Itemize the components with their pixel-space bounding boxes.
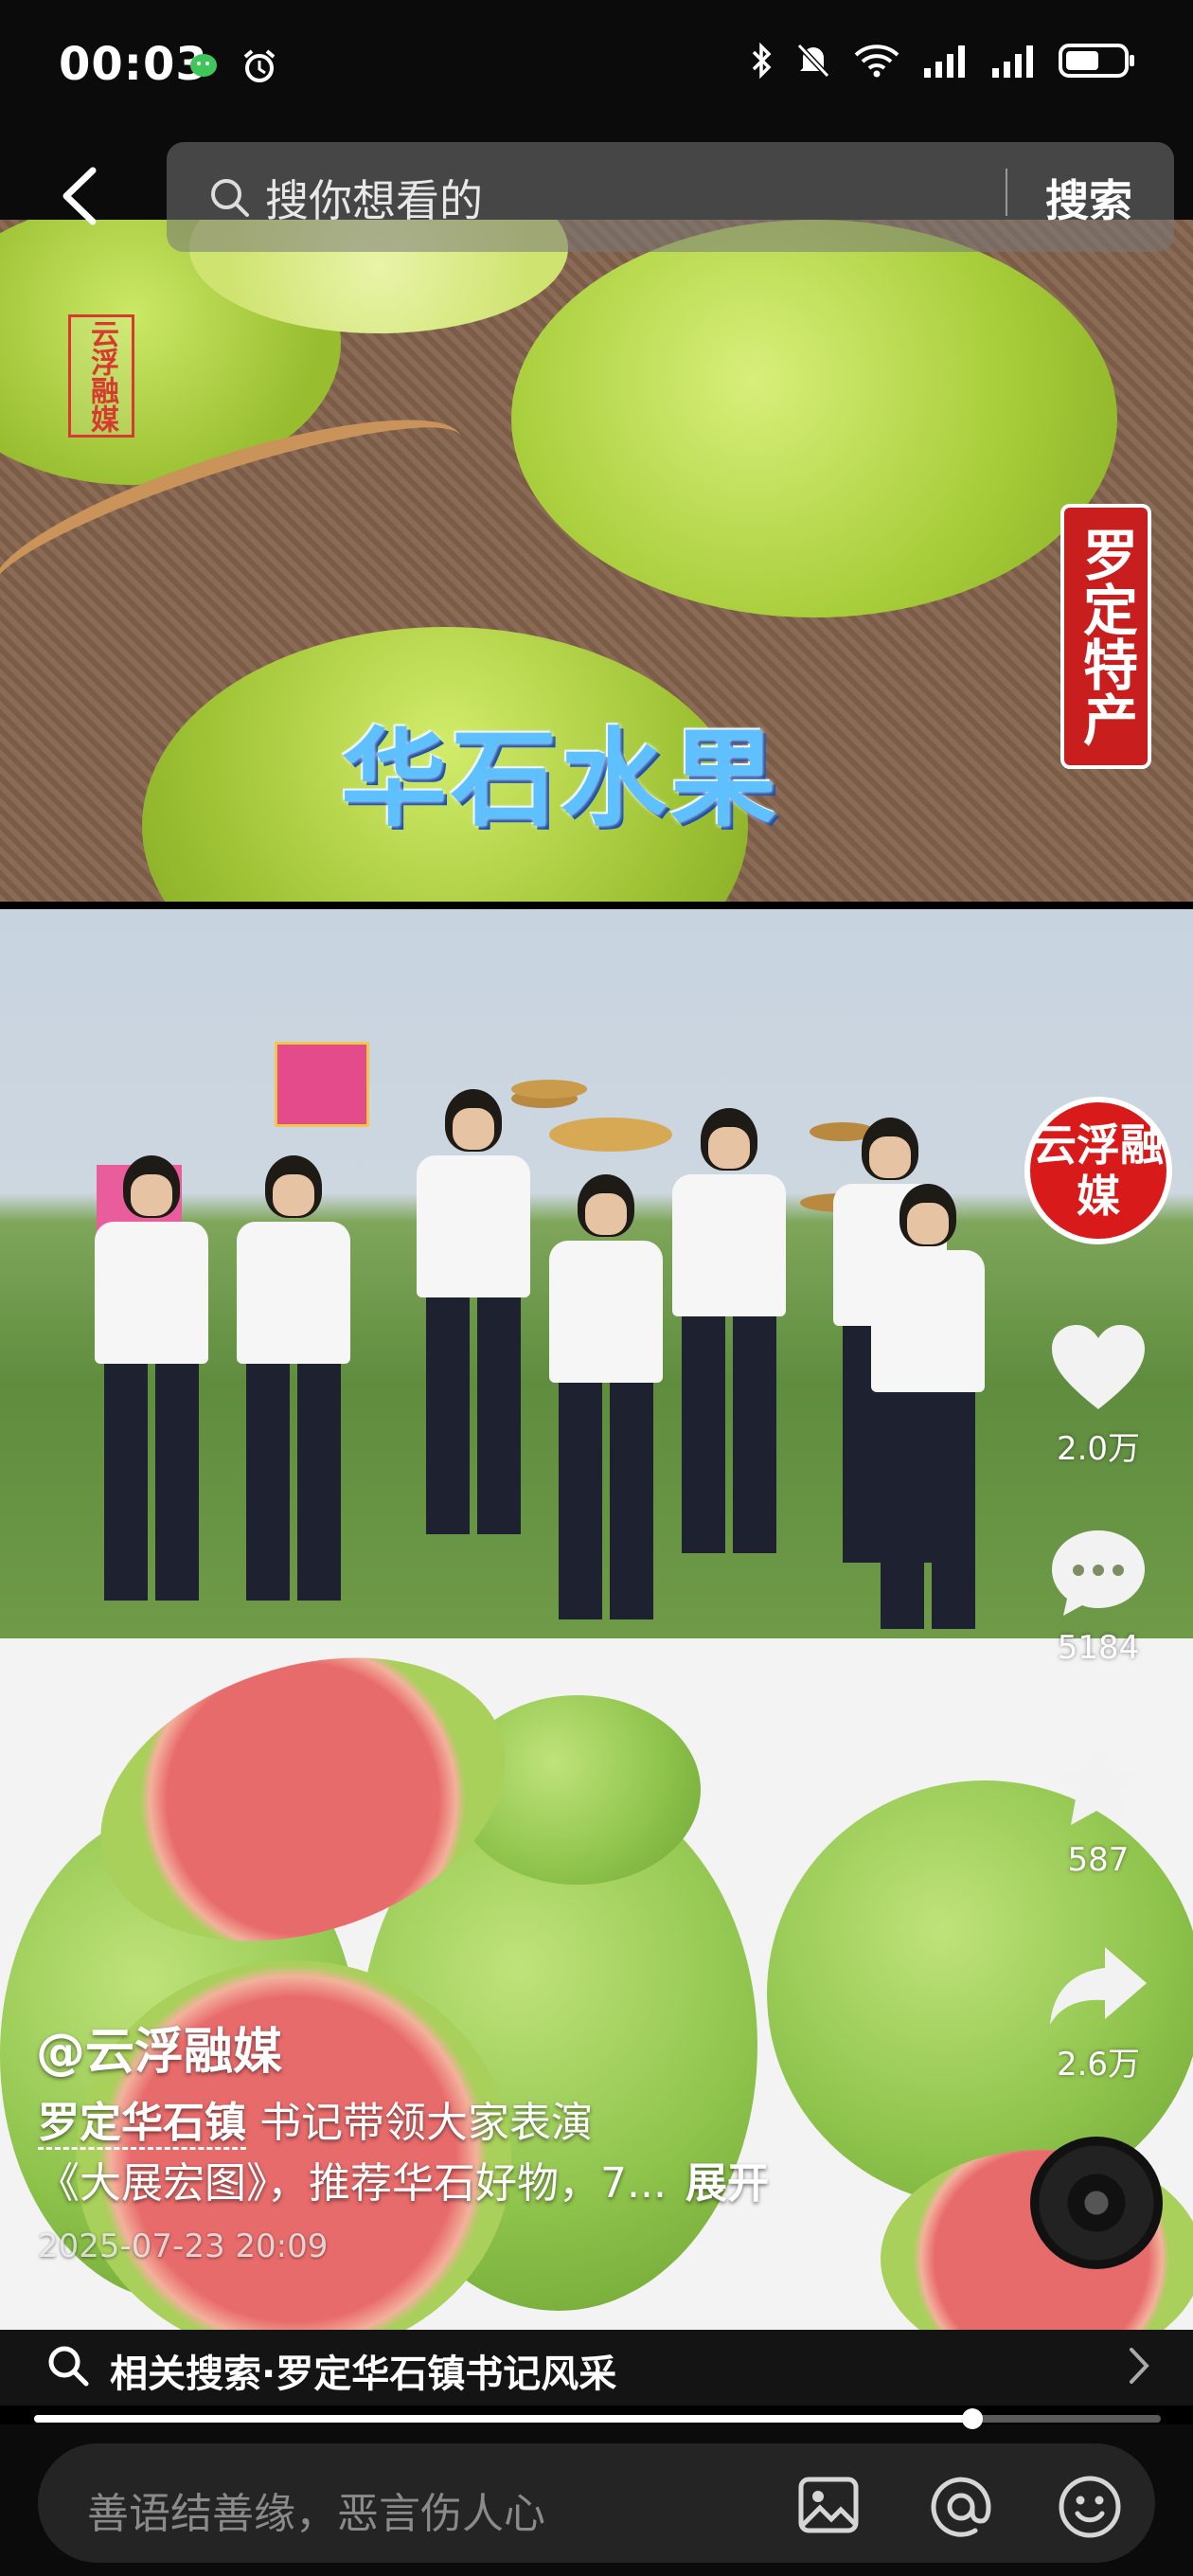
- video-progress-bar[interactable]: [34, 2415, 1161, 2423]
- share-arrow-icon: [1050, 1947, 1147, 2025]
- signal-icon: [922, 42, 970, 83]
- post-timestamp: 2025-07-23 20:09: [38, 2227, 329, 2265]
- signal-icon: [990, 42, 1038, 83]
- image-icon[interactable]: [795, 2472, 862, 2542]
- like-button[interactable]: 2.0万: [1042, 1322, 1155, 1469]
- related-search-prefix: 相关搜索·: [110, 2352, 276, 2396]
- fruit-image: [511, 220, 1117, 617]
- video-frame-guava: [0, 1638, 1193, 2330]
- mention-icon[interactable]: [926, 2472, 996, 2546]
- music-disc-icon[interactable]: [1030, 2137, 1163, 2269]
- mute-icon: [795, 42, 831, 83]
- video-frame-group-photo: [0, 909, 1193, 1638]
- related-search-query: 罗定华石镇书记风采: [276, 2352, 617, 2396]
- person-figure: [549, 1174, 663, 1619]
- video-frame-top: 云浮融媒 罗定特产 华石水果: [0, 220, 1193, 902]
- search-icon: [208, 176, 252, 224]
- person-figure: [672, 1108, 786, 1553]
- wechat-icon: [189, 52, 222, 84]
- related-search-text[interactable]: 相关搜索·罗定华石镇书记风采: [110, 2343, 616, 2398]
- caption-location-link[interactable]: 罗定华石镇: [38, 2099, 246, 2150]
- bluetooth-icon: [750, 42, 775, 83]
- wifi-icon: [852, 42, 901, 83]
- person-figure: [871, 1184, 985, 1629]
- share-count: 2.6万: [1056, 2046, 1141, 2084]
- search-placeholder: 搜你想看的: [265, 175, 483, 226]
- share-button[interactable]: 2.6万: [1042, 1943, 1155, 2084]
- watermark-logo: 云浮融媒: [68, 314, 134, 438]
- heart-icon: [1052, 1325, 1145, 1409]
- expand-caption-button[interactable]: 展开: [686, 2159, 769, 2208]
- person-figure: [237, 1155, 350, 1601]
- comment-icon: [1052, 1530, 1145, 1616]
- back-arrow-icon: [62, 167, 97, 225]
- comment-button[interactable]: 5184: [1042, 1527, 1155, 1667]
- favorite-count: 587: [1067, 1841, 1130, 1879]
- comment-count: 5184: [1057, 1629, 1140, 1667]
- caption-text-line1: 书记带领大家表演: [259, 2099, 593, 2147]
- status-time: 00:03: [59, 38, 208, 91]
- comment-placeholder: 善语结善缘，恶言伤人心: [87, 2490, 545, 2538]
- overlay-title: 华石水果: [341, 718, 780, 841]
- video-progress-fill: [34, 2415, 973, 2423]
- gift-box-image: [275, 1042, 369, 1127]
- straw-hat-image: [549, 1118, 672, 1152]
- author-avatar[interactable]: 云浮融媒: [1024, 1097, 1172, 1244]
- caption-text-line2: 《大展宏图》，推荐华石好物，7...: [38, 2159, 667, 2208]
- battery-icon: [1059, 42, 1136, 83]
- chevron-right-icon[interactable]: [1127, 2345, 1151, 2390]
- favorite-button[interactable]: 587: [1042, 1737, 1155, 1879]
- alarm-icon: [240, 47, 278, 89]
- star-icon: [1054, 1741, 1143, 1825]
- tag-banner: 罗定特产: [1060, 504, 1151, 769]
- status-left-icons: [189, 47, 278, 89]
- search-button[interactable]: 搜索: [1045, 167, 1132, 229]
- author-name[interactable]: @云浮融媒: [36, 2012, 282, 2083]
- person-figure: [95, 1155, 208, 1601]
- like-count: 2.0万: [1056, 1430, 1141, 1468]
- search-divider: [1006, 169, 1007, 216]
- person-figure: [417, 1089, 530, 1534]
- video-caption: 罗定华石镇 书记带领大家表演 《大展宏图》，推荐华石好物，7... 展开: [38, 2093, 985, 2214]
- back-button[interactable]: [53, 163, 110, 229]
- emoji-icon[interactable]: [1055, 2472, 1125, 2546]
- status-right-icons: [750, 42, 1136, 83]
- search-icon: [45, 2343, 91, 2392]
